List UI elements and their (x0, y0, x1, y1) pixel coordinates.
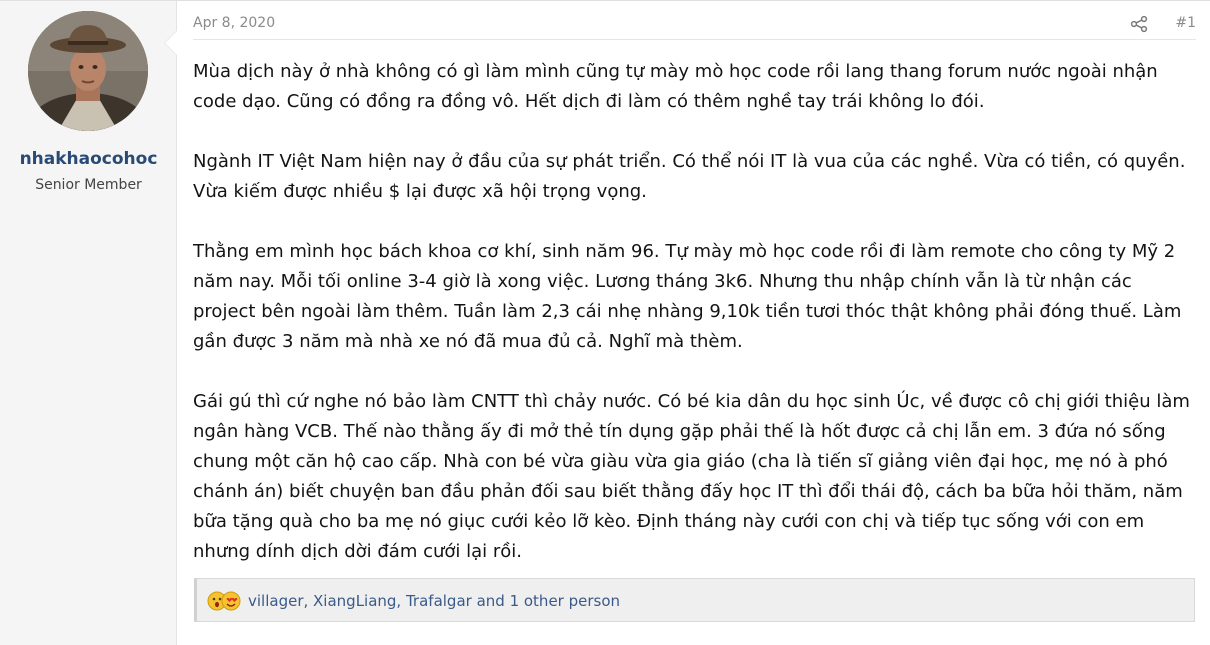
reactions-bar: villager, XiangLiang, Trafalgar and 1 ot… (194, 578, 1195, 622)
post-header: Apr 8, 2020 #1 (193, 1, 1196, 40)
avatar[interactable] (28, 11, 148, 131)
share-icon[interactable] (1130, 15, 1148, 33)
reaction-icons[interactable] (207, 591, 243, 611)
username-link[interactable]: nhakhaocohoc (0, 149, 177, 169)
avatar-image (28, 11, 148, 131)
post-paragraph: Thằng em mình học bách khoa cơ khí, sinh… (193, 241, 1182, 352)
post-number-link[interactable]: #1 (1175, 15, 1196, 31)
reaction-users-link[interactable]: villager, XiangLiang, Trafalgar and 1 ot… (248, 592, 620, 610)
message-arrow (165, 31, 177, 55)
post-paragraph: Gái gú thì cứ nghe nó bảo làm CNTT thì c… (193, 391, 1190, 562)
post-body: Mùa dịch này ở nhà không có gì làm mình … (193, 57, 1196, 597)
post-paragraph: Mùa dịch này ở nhà không có gì làm mình … (193, 61, 1158, 112)
post-content: Apr 8, 2020 #1 Mùa dịch này ở nhà không … (177, 1, 1210, 645)
post-paragraph: Ngành IT Việt Nam hiện nay ở đầu của sự … (193, 151, 1186, 202)
post-date-link[interactable]: Apr 8, 2020 (193, 15, 275, 31)
user-title: Senior Member (35, 177, 142, 193)
user-info-column: nhakhaocohoc Senior Member (0, 1, 177, 645)
love-emoji-icon (221, 591, 241, 611)
forum-post: nhakhaocohoc Senior Member Apr 8, 2020 #… (0, 0, 1210, 645)
